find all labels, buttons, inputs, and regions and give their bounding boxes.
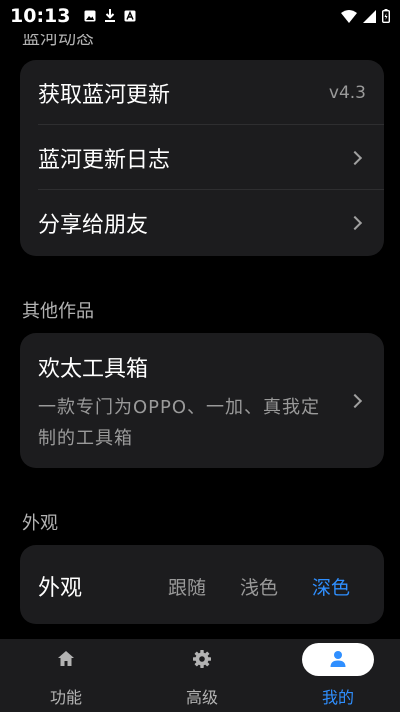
appearance-option-follow[interactable]: 跟随 bbox=[168, 573, 206, 600]
signal-icon bbox=[363, 9, 376, 23]
get-update-label: 获取蓝河更新 bbox=[38, 82, 171, 108]
changelog-row[interactable]: 蓝河更新日志 bbox=[20, 125, 384, 190]
person-icon bbox=[330, 651, 346, 667]
chevron-right-icon bbox=[347, 393, 363, 409]
status-system-icons bbox=[341, 9, 390, 23]
wifi-icon bbox=[341, 9, 357, 23]
lanhe-updates-card: 获取蓝河更新 v4.3 蓝河更新日志 分享给朋友 bbox=[20, 60, 384, 256]
image-icon bbox=[84, 10, 96, 21]
status-time: 10:13 bbox=[10, 5, 71, 27]
nav-item-features[interactable]: 功能 bbox=[11, 639, 121, 712]
appearance-label: 外观 bbox=[38, 576, 83, 601]
version-value: v4.3 bbox=[328, 82, 366, 103]
works-item-description: 一款专门为OPPO、一加、真我定制的工具箱 bbox=[38, 397, 321, 449]
a-badge-icon bbox=[124, 10, 136, 21]
get-update-row[interactable]: 获取蓝河更新 v4.3 bbox=[20, 60, 384, 125]
nav-item-advanced[interactable]: 高级 bbox=[147, 639, 257, 712]
chevron-right-icon bbox=[347, 150, 363, 165]
section-title-appearance: 外观 bbox=[22, 513, 58, 534]
works-item-title: 欢太工具箱 bbox=[38, 357, 149, 382]
appearance-option-light[interactable]: 浅色 bbox=[240, 573, 278, 600]
section-title-other-works: 其他作品 bbox=[22, 301, 94, 322]
nav-label-mine: 我的 bbox=[321, 688, 354, 707]
appearance-card: 外观 跟随 浅色 深色 bbox=[20, 545, 384, 624]
appearance-option-dark[interactable]: 深色 bbox=[312, 573, 350, 600]
share-row[interactable]: 分享给朋友 bbox=[20, 190, 384, 255]
other-works-card[interactable]: 欢太工具箱 一款专门为OPPO、一加、真我定制的工具箱 bbox=[20, 333, 384, 468]
chevron-right-icon bbox=[347, 215, 363, 230]
status-notification-icons bbox=[84, 9, 136, 22]
battery-icon bbox=[382, 9, 390, 23]
nav-label-advanced: 高级 bbox=[185, 688, 218, 707]
download-icon bbox=[105, 9, 115, 22]
nav-item-mine[interactable]: 我的 bbox=[283, 639, 393, 712]
home-icon bbox=[58, 651, 74, 666]
changelog-label: 蓝河更新日志 bbox=[38, 147, 171, 173]
status-bar: 10:13 bbox=[0, 0, 400, 34]
gear-icon bbox=[193, 650, 211, 668]
bottom-nav: 功能 高级 我的 bbox=[0, 639, 400, 712]
share-label: 分享给朋友 bbox=[38, 212, 149, 238]
nav-label-features: 功能 bbox=[49, 688, 82, 707]
